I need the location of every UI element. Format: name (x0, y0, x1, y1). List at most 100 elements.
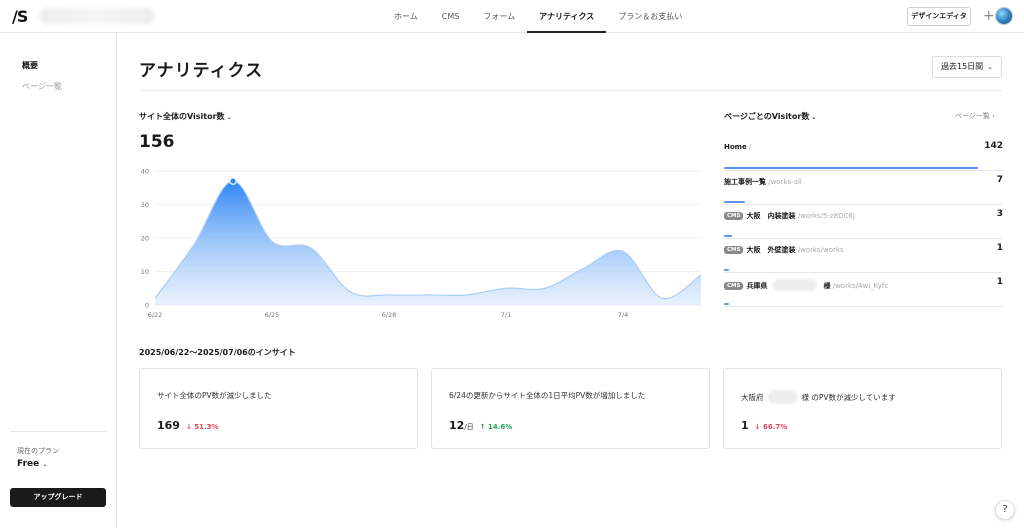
nav-home[interactable]: ホーム (382, 0, 430, 33)
page-visitor-row[interactable]: CMS 兵庫県様 /works/4wi_Kyfc 1 (724, 273, 1003, 307)
insight-message: 大阪府 様 のPV数が減少しています (741, 390, 896, 404)
cms-badge: CMS (724, 246, 744, 254)
divider (139, 90, 1002, 91)
x-tick-label: 6/25 (265, 311, 280, 319)
insight-value: 1 (741, 419, 749, 432)
page-visitor-count: 142 (984, 141, 1003, 151)
page-title-text: Home (724, 143, 747, 151)
sidebar-item-overview[interactable]: 概要 (22, 60, 38, 71)
x-tick-label: 6/22 (148, 311, 163, 319)
page-visitor-count: 1 (996, 243, 1003, 253)
insight-message: 6/24の更新からサイト全体の1日平均PV数が増加しました (449, 391, 646, 400)
plan-dropdown[interactable]: Free ⌄ (17, 459, 47, 469)
insight-message: サイト全体のPV数が減少しました (157, 391, 272, 400)
design-editor-button[interactable]: デザインエディタ (907, 7, 971, 26)
insight-value: 12 (449, 419, 465, 432)
y-tick-label: 0 (145, 302, 149, 310)
page-visitor-bar (724, 269, 730, 271)
insight-message-suffix: 様 のPV数が減少しています (801, 393, 896, 402)
chevron-down-icon: ⌄ (42, 461, 48, 468)
sidebar: 概要 ページ一覧 現在のプラン Free ⌄ アップグレード (0, 33, 117, 528)
nav-analytics[interactable]: アナリティクス (527, 0, 607, 33)
nav-plan-billing[interactable]: プラン＆お支払い (606, 0, 694, 33)
insight-value-row: 12/日 ↑ 14.6% (449, 419, 512, 432)
page-path: /works-all (766, 178, 802, 186)
visitor-chart: 0 10 20 30 40 6/22 6/25 6/28 7/1 7/4 (141, 168, 702, 319)
page-visitor-count: 3 (996, 209, 1003, 219)
insight-card[interactable]: 大阪府 様 のPV数が減少しています 1 ↓ 66.7% (723, 368, 1002, 449)
page-path: /works/5-z8DC6J (795, 212, 855, 220)
y-tick-label: 40 (141, 168, 149, 176)
x-tick-label: 7/1 (501, 311, 511, 319)
insights-title: 2025/06/22〜2025/07/06のインサイト (139, 348, 296, 357)
page-visitor-bar (724, 303, 730, 305)
cms-badge: CMS (724, 212, 744, 220)
page-path: /works/works (795, 246, 844, 254)
avatar[interactable] (995, 7, 1013, 25)
logo[interactable]: /S (12, 7, 28, 26)
chevron-right-icon: › (992, 112, 995, 120)
sidebar-divider (10, 431, 107, 432)
plan-value: Free (17, 459, 40, 469)
insight-unit: /日 (464, 423, 474, 431)
insight-change: ↓ 66.7% (754, 423, 788, 431)
visitor-area (155, 181, 701, 305)
page-list-link-label: ページ一覧 (955, 112, 990, 120)
redacted-name (773, 279, 818, 291)
page-visitor-row[interactable]: 施工事例一覧 /works-all 7 (724, 171, 1003, 205)
sidebar-item-page-list[interactable]: ページ一覧 (22, 81, 62, 92)
page-visitor-count: 7 (996, 175, 1003, 185)
page-name: CMS 大阪 内装塗装 /works/5-z8DC6J (724, 211, 855, 221)
insight-value-row: 1 ↓ 66.7% (741, 419, 787, 432)
insight-change: ↑ 14.6% (479, 423, 513, 431)
top-bar: /S ホーム CMS フォーム アナリティクス プラン＆お支払い デザインエディ… (0, 0, 1024, 33)
y-tick-label: 30 (141, 201, 149, 209)
chevron-down-icon: ⌄ (809, 114, 817, 121)
cms-badge: CMS (724, 282, 744, 290)
upgrade-button[interactable]: アップグレード (10, 488, 106, 507)
redacted-name (767, 390, 798, 404)
page-name: Home / (724, 143, 751, 151)
page-title-text: 大阪 外壁塗装 (746, 246, 796, 254)
page-title-text: 大阪 内装塗装 (746, 212, 796, 220)
insight-message-prefix: 大阪府 (741, 393, 764, 402)
highlight-point[interactable] (229, 177, 237, 185)
page-name: CMS 大阪 外壁塗装 /works/works (724, 245, 844, 255)
page-visitor-count: 1 (996, 277, 1003, 287)
x-tick-label: 7/4 (618, 311, 628, 319)
page-visitor-dropdown[interactable]: ページごとのVisitor数 ⌄ (724, 111, 816, 122)
period-select[interactable]: 過去15日間 ⌄ (932, 56, 1002, 78)
y-tick-label: 10 (141, 268, 149, 276)
page-visitor-bar (724, 201, 745, 203)
period-value: 過去15日間 (941, 62, 984, 71)
page-path: /works/4wi_Kyfc (830, 282, 889, 290)
insight-value-row: 169 ↓ 51.3% (157, 419, 219, 432)
page-title: アナリティクス (139, 61, 264, 81)
chevron-down-icon: ⌄ (987, 63, 993, 71)
chevron-down-icon: ⌄ (224, 114, 232, 121)
page-visitor-row[interactable]: Home / 142 (724, 137, 1003, 171)
page-visitor-title: ページごとのVisitor数 (724, 112, 810, 121)
nav-cms[interactable]: CMS (430, 0, 472, 33)
insight-card[interactable]: サイト全体のPV数が減少しました 169 ↓ 51.3% (139, 368, 418, 449)
x-tick-label: 6/28 (382, 311, 397, 319)
insight-card[interactable]: 6/24の更新からサイト全体の1日平均PV数が増加しました 12/日 ↑ 14.6… (431, 368, 710, 449)
main-nav: ホーム CMS フォーム アナリティクス プラン＆お支払い (382, 0, 694, 33)
page-title-text: 施工事例一覧 (724, 178, 766, 186)
plus-icon[interactable]: + (983, 8, 995, 24)
visitor-title: サイト全体のVisitor数 (139, 112, 225, 121)
page-name: 施工事例一覧 /works-all (724, 177, 802, 187)
page-visitor-row[interactable]: CMS 大阪 外壁塗装 /works/works 1 (724, 239, 1003, 273)
visitor-total: 156 (139, 132, 175, 152)
page-visitor-row[interactable]: CMS 大阪 内装塗装 /works/5-z8DC6J 3 (724, 205, 1003, 239)
page-list-link[interactable]: ページ一覧 › (955, 111, 995, 121)
current-plan-label: 現在のプラン (17, 447, 59, 455)
page-visitor-bar (724, 167, 978, 169)
help-button[interactable]: ? (995, 500, 1015, 520)
site-name-redacted (40, 8, 155, 24)
insight-change: ↓ 51.3% (185, 423, 219, 431)
visitor-metric-dropdown[interactable]: サイト全体のVisitor数 ⌄ (139, 111, 232, 122)
y-tick-label: 20 (141, 235, 149, 243)
nav-form[interactable]: フォーム (471, 0, 527, 33)
page-name: CMS 兵庫県様 /works/4wi_Kyfc (724, 279, 888, 291)
